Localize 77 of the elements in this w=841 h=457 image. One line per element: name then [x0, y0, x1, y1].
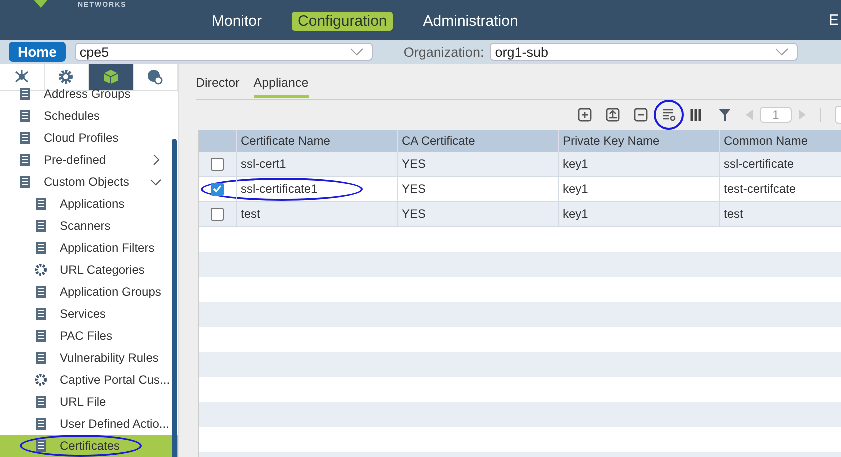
- organization-label: Organization:: [404, 44, 484, 60]
- document-icon: [34, 285, 48, 299]
- table-cell: test: [720, 202, 841, 226]
- gear-icon: [58, 69, 74, 85]
- sidebar-item[interactable]: Cloud Profiles: [0, 127, 172, 149]
- table-cell: test-certifcate: [720, 177, 841, 201]
- sidebar-item[interactable]: URL Categories: [0, 259, 172, 281]
- sidebar-item[interactable]: Custom Objects: [0, 171, 172, 193]
- table-cell: test: [237, 202, 398, 226]
- table-cell: key1: [559, 202, 720, 226]
- sidebar-item[interactable]: Address Groups: [0, 83, 172, 105]
- row-checkbox[interactable]: [211, 158, 224, 170]
- upload-icon: [606, 108, 620, 122]
- document-icon: [34, 395, 48, 409]
- appliance-dropdown[interactable]: cpe5: [74, 43, 373, 61]
- table-cell: YES: [398, 177, 559, 201]
- document-icon: [34, 241, 48, 255]
- sidebar-item[interactable]: Vulnerability Rules: [0, 347, 172, 369]
- sidebar-item[interactable]: Application Groups: [0, 281, 172, 303]
- tab[interactable]: Director: [196, 76, 240, 98]
- nav-tab[interactable]: Administration: [417, 12, 524, 30]
- nav-tab[interactable]: Configuration: [292, 12, 394, 30]
- columns-icon: [690, 108, 704, 122]
- remove-icon: [634, 108, 648, 122]
- network-icon: [14, 69, 30, 85]
- table-cell: key1: [559, 177, 720, 201]
- nav-tab[interactable]: E: [828, 12, 839, 29]
- document-icon: [34, 439, 48, 453]
- document-icon: [34, 351, 48, 365]
- document-icon: [18, 109, 32, 123]
- nav-tab[interactable]: Monitor: [206, 12, 268, 30]
- row-checkbox[interactable]: [211, 182, 224, 196]
- filter-icon: [718, 108, 732, 122]
- table-cell: ssl-certificate1: [237, 177, 398, 201]
- add-icon: [578, 108, 592, 122]
- table-cell: YES: [398, 202, 559, 226]
- gear-icon: [34, 263, 48, 277]
- globe-gear-icon: [147, 69, 164, 85]
- table-row[interactable]: ssl-certificate1 YES key1 test-certifcate: [199, 177, 841, 202]
- table-cell: YES: [398, 152, 559, 176]
- tab[interactable]: Appliance: [254, 76, 309, 98]
- chevron-down-icon: [775, 48, 790, 56]
- row-checkbox[interactable]: [211, 208, 224, 220]
- chevron-down-icon: [350, 48, 364, 56]
- cube-icon: [102, 69, 119, 85]
- sidebar-item[interactable]: Certificates: [0, 435, 178, 457]
- table-cell: key1: [559, 152, 720, 176]
- home-button[interactable]: Home: [9, 42, 66, 62]
- sidebar-tab[interactable]: [89, 64, 134, 90]
- table-cell: ssl-certificate: [720, 152, 841, 176]
- sidebar-item[interactable]: URL File: [0, 391, 172, 413]
- list-settings-icon: [662, 108, 676, 122]
- table-row[interactable]: ssl-cert1 YES key1 ssl-certificate: [199, 152, 841, 177]
- document-icon: [34, 307, 48, 321]
- document-icon: [18, 175, 32, 189]
- document-icon: [18, 87, 32, 101]
- sidebar-item[interactable]: Applications: [0, 193, 172, 215]
- document-icon: [18, 153, 32, 167]
- sidebar-item[interactable]: Scanners: [0, 215, 172, 237]
- sidebar-item[interactable]: Schedules: [0, 105, 172, 127]
- document-icon: [18, 131, 32, 145]
- sidebar-item[interactable]: Services: [0, 303, 172, 325]
- document-icon: [34, 197, 48, 211]
- sidebar-item[interactable]: PAC Files: [0, 325, 172, 347]
- gear-icon: [34, 373, 48, 387]
- document-icon: [34, 219, 48, 233]
- sidebar-item[interactable]: Application Filters: [0, 237, 172, 259]
- document-icon: [34, 329, 48, 343]
- logo-icon: [34, 0, 48, 8]
- scrollbar[interactable]: [172, 139, 177, 457]
- document-icon: [34, 417, 48, 431]
- sidebar-item[interactable]: Captive Portal Cus...: [0, 369, 172, 391]
- organization-dropdown[interactable]: org1-sub: [490, 43, 798, 61]
- table-cell: ssl-cert1: [237, 152, 398, 176]
- sidebar-item[interactable]: Pre-defined: [0, 149, 172, 171]
- sidebar-item[interactable]: User Defined Actio...: [0, 413, 172, 435]
- table-row[interactable]: test YES key1 test: [199, 202, 841, 227]
